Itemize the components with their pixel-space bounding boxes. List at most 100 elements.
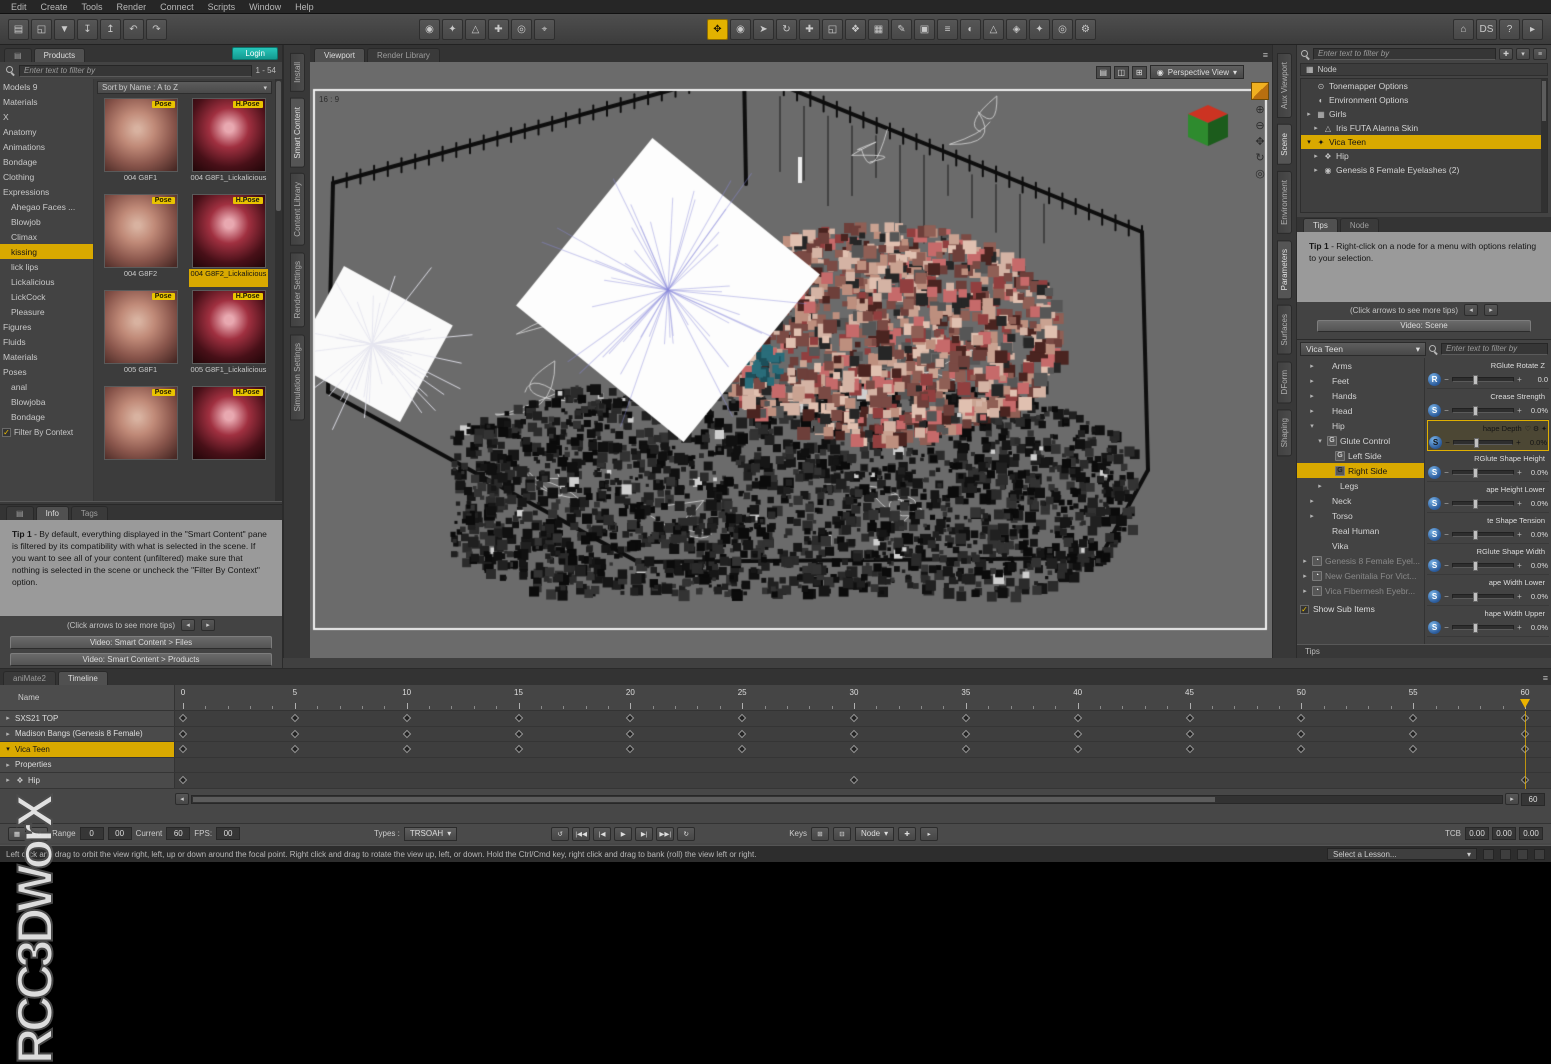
content-filter-input[interactable]: Enter text to filter by <box>19 65 252 77</box>
camera-tool-icon[interactable]: ◎ <box>1052 19 1073 40</box>
parameter-slider-row[interactable]: hape Depth ♡ ⚙ ✦ S − + 0.0% <box>1427 420 1549 451</box>
node-tab[interactable]: Node <box>1340 218 1379 232</box>
slider-increment-button[interactable]: + <box>1516 530 1523 539</box>
keyframe[interactable] <box>738 714 746 722</box>
scene-node[interactable]: ▸ △ Iris FUTA Alanna Skin <box>1301 121 1547 135</box>
slider-increment-button[interactable]: + <box>1516 406 1523 415</box>
category-item[interactable]: Blowjoba <box>0 394 93 409</box>
parameter-group[interactable]: ▸ Torso <box>1297 508 1424 523</box>
slider-handle[interactable] <box>1473 375 1478 385</box>
expand-icon[interactable]: ▸ <box>1301 587 1309 595</box>
expand-icon[interactable]: ▸ <box>1312 166 1320 174</box>
timeline-track-row[interactable]: ▸Properties <box>0 758 1551 774</box>
product-card[interactable]: H.Pose <box>188 386 270 479</box>
product-scrollbar[interactable] <box>275 79 282 501</box>
add-node-button[interactable]: ✚ <box>1499 48 1513 60</box>
home-icon[interactable]: ⌂ <box>1453 19 1474 40</box>
parameter-group[interactable]: ▸ ◔ Vica Fibermesh Eyebr... <box>1297 583 1424 598</box>
keyframe[interactable] <box>514 729 522 737</box>
keyframe[interactable] <box>962 729 970 737</box>
expand-icon[interactable]: ▾ <box>1316 437 1324 445</box>
track-name[interactable]: ▾Vica Teen <box>0 742 175 757</box>
slider-handle[interactable] <box>1473 468 1478 478</box>
layout-page-1-button[interactable] <box>1483 849 1494 860</box>
puppeteer-icon[interactable]: ◐ <box>960 19 981 40</box>
camera-selector[interactable]: ◉ Perspective View ▾ <box>1150 65 1244 79</box>
video-smart-content-files-button[interactable]: Video: Smart Content > Files <box>10 636 272 649</box>
info-tab[interactable]: Info <box>36 506 69 520</box>
help-icon[interactable]: ? <box>1499 19 1520 40</box>
new-scene-icon[interactable]: ▤ <box>8 19 29 40</box>
scroll-right-button[interactable]: ▸ <box>1505 793 1519 805</box>
004 G8F2[interactable]: Pose 004 G8F2 <box>100 194 182 287</box>
track-keys[interactable] <box>175 773 1551 788</box>
pane-tab[interactable]: Content Library <box>290 173 305 246</box>
previous-tip-button[interactable]: ◂ <box>181 619 195 631</box>
key-types-dropdown[interactable]: TRSOAH ▾ <box>404 827 457 841</box>
node-selector-dropdown[interactable]: Vica Teen ▾ <box>1300 342 1426 356</box>
aim-camera-icon[interactable]: ⌖ <box>534 19 555 40</box>
category-item[interactable]: Ahegao Faces ... <box>0 199 93 214</box>
add-key-button[interactable]: ⊞ <box>811 827 829 841</box>
redo-icon[interactable]: ↷ <box>146 19 167 40</box>
category-item[interactable]: lick lips <box>0 259 93 274</box>
track-keys[interactable] <box>175 742 1551 757</box>
tcb-value-box[interactable]: 0.00 <box>1465 827 1489 840</box>
layout-page-2-button[interactable] <box>1500 849 1511 860</box>
keyframe[interactable] <box>626 714 634 722</box>
show-sub-items-row[interactable]: ✓ Show Sub Items <box>1297 600 1424 618</box>
expand-icon[interactable]: ▾ <box>4 745 12 753</box>
slider-decrement-button[interactable]: − <box>1443 406 1450 415</box>
slider-decrement-button[interactable]: − <box>1443 623 1450 632</box>
import-icon[interactable]: ↧ <box>77 19 98 40</box>
menu-item[interactable]: Edit <box>4 2 34 12</box>
keyframe[interactable] <box>1073 745 1081 753</box>
parameter-slider-row[interactable]: hape Width Upper S − + 0.0% <box>1427 606 1549 637</box>
slider-track[interactable] <box>1452 470 1514 475</box>
category-item[interactable]: X <box>0 109 93 124</box>
slider-track[interactable] <box>1452 532 1514 537</box>
expand-icon[interactable]: ▸ <box>4 730 12 738</box>
product-thumbnail[interactable]: Pose <box>104 290 178 364</box>
pane-tab[interactable]: DForm <box>1277 361 1292 403</box>
next-tip-button[interactable]: ▸ <box>1484 304 1498 316</box>
save-scene-icon[interactable]: ▼ <box>54 19 75 40</box>
video-scene-button[interactable]: Video: Scene <box>1317 320 1531 332</box>
timeline-options-button[interactable]: ▦ <box>8 827 26 841</box>
slider-increment-button[interactable]: + <box>1516 468 1523 477</box>
keyframe[interactable] <box>291 729 299 737</box>
keyframe[interactable] <box>1073 729 1081 737</box>
slider-decrement-button[interactable]: − <box>1443 592 1450 601</box>
category-item[interactable]: kissing <box>0 244 93 259</box>
geometry-editor-icon[interactable]: ▣ <box>914 19 935 40</box>
animate2-tab[interactable]: aniMate2 <box>3 671 56 685</box>
expand-icon[interactable]: ▸ <box>1301 557 1309 565</box>
layout-page-3-button[interactable] <box>1517 849 1528 860</box>
track-keys[interactable] <box>175 727 1551 742</box>
keyframe[interactable] <box>1185 714 1193 722</box>
scene-navigator-icon[interactable]: ✥ <box>707 19 728 40</box>
scene-node[interactable]: ▸ ▦ Girls <box>1301 107 1547 121</box>
select-tool-icon[interactable]: ➤ <box>753 19 774 40</box>
keyframe[interactable] <box>850 714 858 722</box>
render-library-tab[interactable]: Render Library <box>367 48 440 62</box>
scrollbar-thumb[interactable] <box>193 797 1215 802</box>
category-item[interactable]: Blowjob <box>0 214 93 229</box>
parameter-filter-input[interactable]: Enter text to filter by <box>1441 343 1548 355</box>
slider-track[interactable] <box>1452 563 1514 568</box>
scene-node[interactable]: ▸ ❖ Hip <box>1301 149 1547 163</box>
menu-item[interactable]: Connect <box>153 2 201 12</box>
keyframe[interactable] <box>626 729 634 737</box>
tips-collapsed-bar[interactable]: Tips <box>1297 644 1551 658</box>
parameter-group[interactable]: ▸ Hands <box>1297 388 1424 403</box>
pane-tab[interactable]: Parameters <box>1277 240 1292 299</box>
category-item[interactable]: Anatomy <box>0 124 93 139</box>
keyframe[interactable] <box>179 776 187 784</box>
translate-tool-icon[interactable]: ✚ <box>799 19 820 40</box>
slider-track[interactable] <box>1452 594 1514 599</box>
next-frame-icon[interactable]: ▶| <box>635 827 653 841</box>
parameter-group[interactable]: ▸ ◔ Genesis 8 Female Eyel... <box>1297 553 1424 568</box>
play-loop-icon[interactable]: ↻ <box>677 827 695 841</box>
product-thumbnail[interactable]: Pose <box>104 194 178 268</box>
track-name[interactable]: ▸Properties <box>0 758 175 773</box>
